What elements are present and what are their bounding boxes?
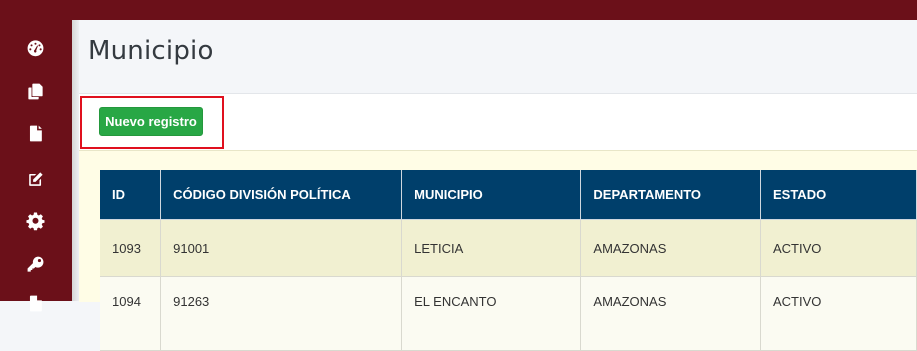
cell-codigo: 91263 bbox=[160, 276, 403, 351]
column-header-municipio[interactable]: MUNICIPIO bbox=[401, 170, 582, 220]
dashboard-icon[interactable] bbox=[24, 36, 46, 58]
highlight-box bbox=[80, 96, 224, 149]
top-navbar bbox=[0, 0, 917, 20]
cell-estado: ACTIVO bbox=[760, 276, 917, 351]
sidebar bbox=[0, 0, 72, 311]
column-header-departamento[interactable]: DEPARTAMENTO bbox=[580, 170, 761, 220]
cell-municipio: LETICIA bbox=[401, 219, 582, 277]
edit-icon[interactable] bbox=[24, 168, 46, 190]
cell-municipio: EL ENCANTO bbox=[401, 276, 582, 351]
cell-id: 1094 bbox=[100, 276, 162, 351]
cell-estado: ACTIVO bbox=[760, 219, 917, 277]
copy-icon[interactable] bbox=[24, 80, 46, 102]
gear-icon[interactable] bbox=[24, 210, 46, 232]
cell-departamento: AMAZONAS bbox=[580, 219, 761, 277]
column-header-codigo[interactable]: CÓDIGO DIVISIÓN POLÍTICA bbox=[160, 170, 403, 220]
page-title: Municipio bbox=[88, 36, 214, 66]
file-icon[interactable] bbox=[24, 122, 46, 144]
table-header-row: ID CÓDIGO DIVISIÓN POLÍTICA MUNICIPIO DE… bbox=[100, 170, 917, 220]
table-row[interactable]: 1093 91001 LETICIA AMAZONAS ACTIVO bbox=[100, 219, 917, 277]
file-icon[interactable] bbox=[24, 292, 46, 314]
key-icon[interactable] bbox=[24, 253, 46, 275]
municipio-table: ID CÓDIGO DIVISIÓN POLÍTICA MUNICIPIO DE… bbox=[100, 170, 917, 351]
cell-codigo: 91001 bbox=[160, 219, 403, 277]
column-header-id[interactable]: ID bbox=[100, 170, 162, 220]
cell-id: 1093 bbox=[100, 219, 162, 277]
cell-departamento: AMAZONAS bbox=[580, 276, 761, 351]
column-header-estado[interactable]: ESTADO bbox=[760, 170, 917, 220]
table-row[interactable]: 1094 91263 EL ENCANTO AMAZONAS ACTIVO bbox=[100, 276, 917, 351]
sidebar-shadow bbox=[72, 20, 79, 301]
